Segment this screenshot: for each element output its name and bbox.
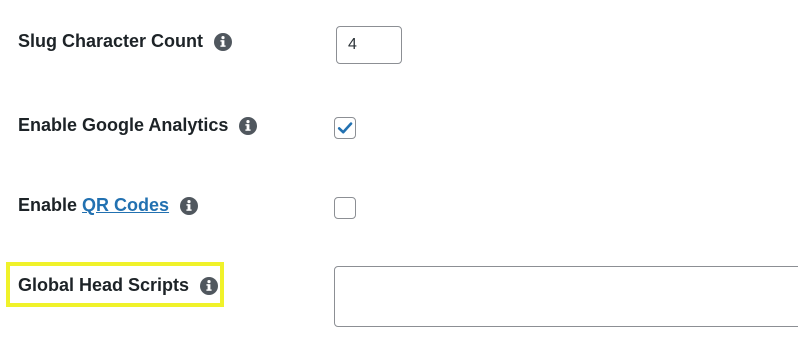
info-icon[interactable] <box>200 276 219 295</box>
qr-codes-label-row: Enable QR Codes <box>18 195 199 216</box>
info-icon[interactable] <box>214 32 233 51</box>
google-analytics-label-row: Enable Google Analytics <box>18 115 258 136</box>
qr-codes-checkbox[interactable] <box>334 197 356 219</box>
qr-codes-link[interactable]: QR Codes <box>82 195 169 216</box>
head-scripts-label-row: Global Head Scripts <box>18 275 219 296</box>
qr-codes-label-prefix: Enable <box>18 195 78 215</box>
google-analytics-checkbox[interactable] <box>334 117 356 139</box>
info-icon[interactable] <box>180 196 199 215</box>
checkmark-icon <box>337 122 353 134</box>
slug-count-input[interactable] <box>336 26 402 64</box>
head-scripts-label: Global Head Scripts <box>18 275 190 295</box>
slug-count-label: Slug Character Count <box>18 31 204 51</box>
head-scripts-textarea[interactable] <box>334 266 798 327</box>
google-analytics-label: Enable Google Analytics <box>18 115 229 135</box>
info-icon[interactable] <box>239 116 258 135</box>
slug-count-label-row: Slug Character Count <box>18 31 233 52</box>
